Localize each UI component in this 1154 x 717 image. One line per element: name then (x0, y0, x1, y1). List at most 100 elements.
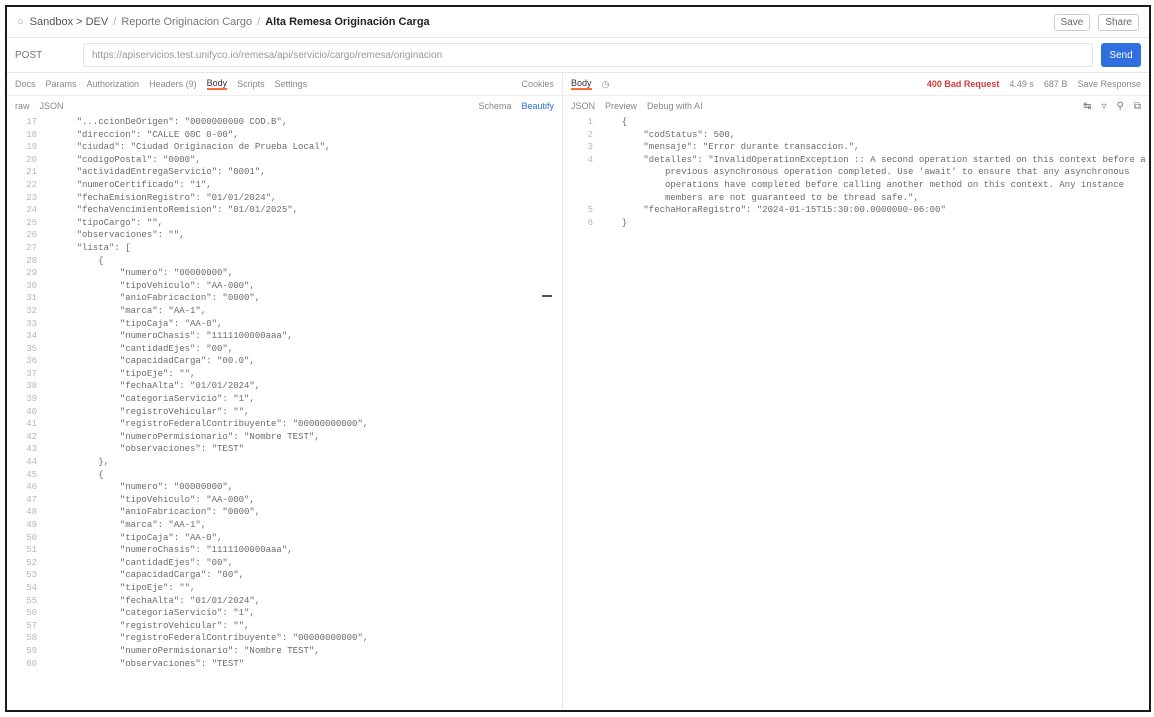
preview-tab[interactable]: Preview (605, 101, 637, 111)
code-text: "marca": "AA-1", (55, 305, 207, 316)
code-line: 60 "observaciones": "TEST" (7, 658, 562, 671)
tab-response-body[interactable]: Body (571, 78, 592, 90)
line-number: 49 (26, 520, 37, 530)
code-line: 53 "capacidadCarga": "00", (7, 569, 562, 582)
visualize-tab[interactable]: Debug with AI (647, 101, 703, 111)
code-line: 30 "tipoVehiculo": "AA-000", (7, 280, 562, 293)
copy-icon[interactable]: ⧉ (1134, 101, 1141, 112)
code-line: 36 "capacidadCarga": "00.0", (7, 355, 562, 368)
code-line: 22 "numeroCertificado": "1", (7, 179, 562, 192)
line-number (563, 166, 611, 179)
code-text: "numeroPermisionario": "Nombre TEST", (55, 431, 320, 442)
line-number: 53 (26, 570, 37, 581)
code-text: { (55, 255, 104, 266)
code-line: 32 "marca": "AA-1", (7, 305, 562, 318)
line-number: 25 (26, 217, 37, 228)
save-button[interactable]: Save (1053, 13, 1091, 31)
code-line: 1 { (563, 116, 1149, 129)
code-line: 47 "tipoVehiculo": "AA-000", (7, 494, 562, 507)
line-number: 28 (26, 255, 37, 266)
cookies-link[interactable]: Cookies (521, 79, 554, 89)
tab-docs[interactable]: Docs (15, 79, 36, 89)
tab-params[interactable]: Params (46, 79, 77, 89)
code-line: 33 "tipoCaja": "AA-0", (7, 318, 562, 331)
line-number: 19 (26, 142, 37, 153)
code-line: 58 "registroFederalContribuyente": "0000… (7, 632, 562, 645)
collapse-icon[interactable] (542, 295, 552, 297)
code-text: "capacidadCarga": "00", (55, 570, 245, 581)
code-line: 4 "detalles": "InvalidOperationException… (563, 154, 1149, 167)
line-number: 41 (26, 419, 37, 430)
code-line: 29 "numero": "00000000", (7, 267, 562, 280)
line-number: 6 (587, 217, 593, 228)
share-button[interactable]: Share (1098, 13, 1139, 31)
code-text: "numeroPermisionario": "Nombre TEST", (55, 645, 320, 656)
code-text: }, (55, 457, 110, 468)
line-number: 56 (26, 608, 37, 619)
code-text: "marca": "AA-1", (55, 520, 207, 530)
url-bar: POST https://apiservicios.test.unifyco.i… (7, 38, 1149, 73)
code-text: "anioFabricacion": "0000", (55, 293, 261, 304)
code-text: "ciudad": "Ciudad Originacion de Prueba … (55, 142, 331, 153)
code-line: 44 }, (7, 456, 562, 469)
code-text: "lista": [ (55, 242, 131, 253)
code-text: { (611, 117, 628, 127)
code-text: "fechaEmisionRegistro": "01/01/2024", (55, 192, 277, 203)
code-text: "...ccionDeOrigen": "0000000000 COD.B", (55, 117, 288, 127)
tab-headers[interactable]: Headers (9) (149, 79, 197, 89)
code-line: 46 "numero": "00000000", (7, 481, 562, 494)
wrap-icon[interactable]: ↹ (1083, 101, 1091, 112)
line-number: 45 (26, 469, 37, 480)
line-number (563, 179, 611, 192)
line-number: 39 (26, 394, 37, 405)
code-line: 20 "codigoPostal": "0000", (7, 154, 562, 167)
code-line: 43 "observaciones": "TEST" (7, 443, 562, 456)
code-line: members are not guaranteed to be thread … (563, 192, 1149, 205)
history-icon[interactable]: ◷ (602, 79, 610, 90)
page-title[interactable]: Alta Remesa Originación Carga (265, 16, 429, 28)
code-line: 38 "fechaAlta": "01/01/2024", (7, 380, 562, 393)
code-line: 19 "ciudad": "Ciudad Originacion de Prue… (7, 141, 562, 154)
schema-link[interactable]: Schema (478, 101, 511, 111)
code-line: 39 "categoriaServicio": "1", (7, 393, 562, 406)
code-text: "actividadEntregaServicio": "0001", (55, 167, 266, 178)
line-number: 4 (587, 154, 593, 165)
request-body-editor[interactable]: 17 "...ccionDeOrigen": "0000000000 COD.B… (7, 116, 562, 670)
line-number: 48 (26, 507, 37, 518)
tab-scripts[interactable]: Scripts (237, 79, 265, 89)
send-button[interactable]: Send (1101, 43, 1141, 67)
tab-authorization[interactable]: Authorization (87, 79, 140, 89)
breadcrumb-separator: / (257, 16, 261, 28)
code-text: "codigoPostal": "0000", (55, 154, 201, 165)
line-number: 58 (26, 633, 37, 644)
code-line: 3 "mensaje": "Error durante transaccion.… (563, 141, 1149, 154)
code-line: 27 "lista": [ (7, 242, 562, 255)
breadcrumb-collection[interactable]: Reporte Originacion Cargo (121, 16, 252, 28)
url-input[interactable]: https://apiservicios.test.unifyco.io/rem… (83, 43, 1093, 67)
line-number: 29 (26, 268, 37, 279)
response-format-select[interactable]: JSON (571, 101, 595, 111)
code-line: 6 } (563, 217, 1149, 230)
code-text: "numeroChasis": "1111100000aaa", (55, 545, 293, 556)
method-select[interactable]: POST (15, 50, 75, 61)
code-text: "fechaAlta": "01/01/2024", (55, 595, 261, 606)
tab-settings[interactable]: Settings (275, 79, 308, 89)
beautify-link[interactable]: Beautify (521, 101, 554, 111)
breadcrumb-workspace[interactable]: Sandbox > DEV (30, 16, 109, 28)
response-size: 687 B (1043, 79, 1068, 89)
search-icon[interactable]: ⚲ (1117, 101, 1124, 112)
body-format-select[interactable]: JSON (40, 101, 64, 111)
code-line: 21 "actividadEntregaServicio": "0001", (7, 166, 562, 179)
code-line: 55 "fechaAlta": "01/01/2024", (7, 595, 562, 608)
line-number: 36 (26, 356, 37, 367)
line-number: 37 (26, 368, 37, 379)
code-line: 59 "numeroPermisionario": "Nombre TEST", (7, 645, 562, 658)
request-header: ○ Sandbox > DEV / Reporte Originacion Ca… (7, 7, 1149, 38)
code-line: 40 "registroVehicular": "", (7, 406, 562, 419)
body-type-select[interactable]: raw (15, 101, 30, 111)
code-line: 18 "direccion": "CALLE 00C 0-00", (7, 129, 562, 142)
code-line: 31 "anioFabricacion": "0000", (7, 292, 562, 305)
tab-body[interactable]: Body (206, 78, 228, 90)
filter-icon[interactable]: ▿ (1102, 101, 1107, 112)
save-response-button[interactable]: Save Response (1077, 79, 1141, 89)
